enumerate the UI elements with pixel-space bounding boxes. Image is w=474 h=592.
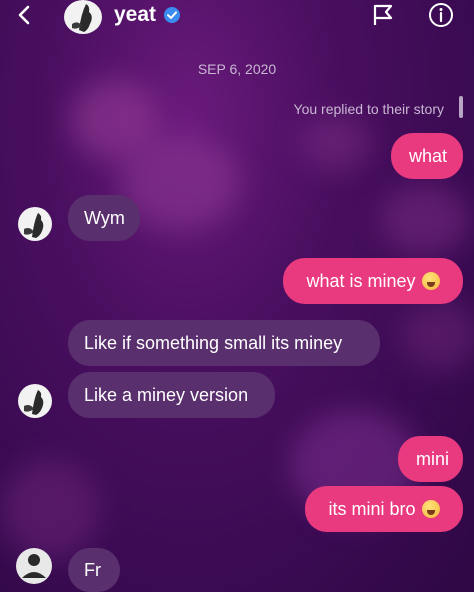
avatar[interactable] (18, 384, 52, 418)
outgoing-message[interactable]: what (391, 133, 463, 179)
flag-icon[interactable] (372, 3, 394, 27)
message-text: mini (416, 449, 450, 469)
back-arrow-icon[interactable] (14, 4, 36, 26)
background-heart (300, 115, 370, 170)
message-text: its mini bro (328, 499, 416, 519)
loudly-crying-face-icon (421, 500, 440, 518)
incoming-message[interactable]: Fr (68, 548, 120, 592)
avatar[interactable] (64, 0, 102, 34)
info-icon[interactable] (428, 2, 454, 28)
incoming-message[interactable]: Like a miney version (68, 372, 275, 418)
message-text: what is miney (306, 271, 416, 291)
outgoing-message[interactable]: mini (398, 436, 463, 482)
loudly-crying-face-icon (421, 272, 440, 290)
avatar[interactable] (16, 548, 52, 584)
verified-badge-icon (164, 7, 180, 23)
message-text: Fr (84, 560, 101, 580)
message-text: what (409, 146, 448, 166)
background-heart (380, 185, 470, 255)
background-heart (400, 300, 474, 370)
message-text: Like a miney version (84, 385, 249, 405)
message-text: Wym (84, 208, 125, 228)
story-reply-note: You replied to their story (293, 101, 444, 117)
chat-title[interactable]: yeat (114, 3, 156, 27)
background-heart (0, 460, 100, 560)
conversation-date: SEP 6, 2020 (197, 61, 277, 77)
incoming-message[interactable]: Wym (68, 195, 140, 241)
story-reply-indicator (459, 96, 463, 118)
avatar[interactable] (18, 207, 52, 241)
incoming-message[interactable]: Like if something small its miney (68, 320, 380, 366)
message-text: Like if something small its miney (84, 333, 343, 353)
outgoing-message[interactable]: its mini bro (305, 486, 463, 532)
outgoing-message[interactable]: what is miney (283, 258, 463, 304)
chat-header: yeat (0, 0, 474, 36)
